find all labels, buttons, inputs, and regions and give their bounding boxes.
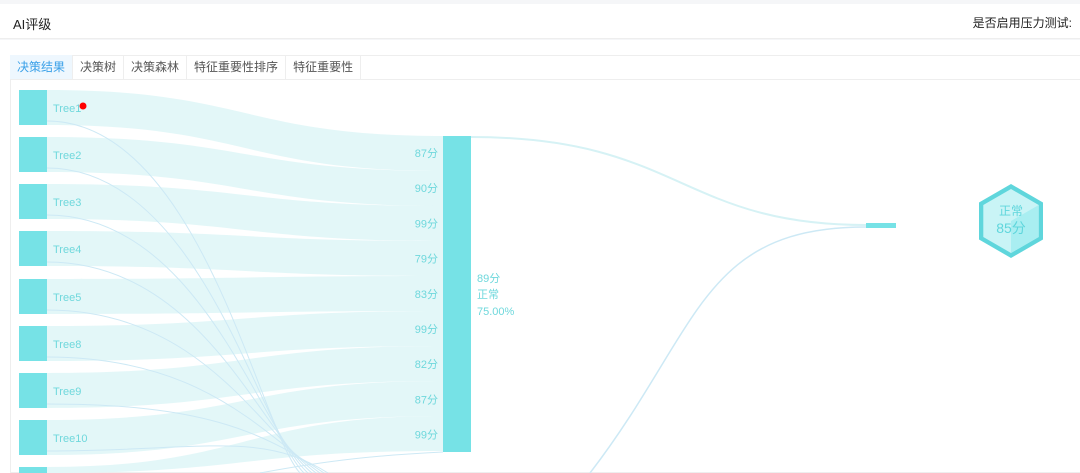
aggregate-node <box>443 136 471 452</box>
score-label: 99分 <box>415 217 438 230</box>
tree-label: Tree1 <box>53 103 81 115</box>
tree-label: Tree5 <box>53 292 81 304</box>
tree-label: Tree8 <box>53 339 81 351</box>
score-label: 79分 <box>415 253 438 266</box>
sankey-flow <box>47 276 443 314</box>
tree-label: Tree4 <box>53 244 81 256</box>
score-label: 99分 <box>415 323 438 336</box>
sankey-chart: Tree1 Tree2 Tree3 Tree4 Tree5 Tree8 Tree9 Tree1… <box>19 90 1043 473</box>
aggregate-percent: 75.00% <box>477 306 515 318</box>
score-label: 87分 <box>415 393 438 406</box>
result-score: 85分 <box>996 220 1026 236</box>
score-label: 82分 <box>415 358 438 371</box>
score-label: 99分 <box>415 429 438 442</box>
tree-label: Tree2 <box>53 150 81 162</box>
tree-label: Tree9 <box>53 386 81 398</box>
alert-dot <box>79 102 87 110</box>
score-label: 83分 <box>415 288 438 301</box>
tree-node <box>19 279 47 314</box>
score-label: 90分 <box>415 182 438 195</box>
tree-label: Tree10 <box>53 433 87 445</box>
tree-node <box>19 137 47 172</box>
score-label: 87分 <box>415 147 438 160</box>
result-node <box>866 223 896 228</box>
tree-node <box>19 373 47 408</box>
tree-node <box>19 231 47 266</box>
result-link <box>589 226 867 473</box>
aggregate-status: 正常 <box>477 288 499 301</box>
tree-node <box>19 467 47 473</box>
tree-node <box>19 326 47 361</box>
result-link <box>470 136 867 226</box>
result-status: 正常 <box>999 204 1023 218</box>
tree-label: Tree3 <box>53 197 81 209</box>
tree-node <box>19 184 47 219</box>
aggregate-score: 89分 <box>477 272 500 285</box>
tree-node <box>19 420 47 455</box>
tree-node <box>19 90 47 125</box>
